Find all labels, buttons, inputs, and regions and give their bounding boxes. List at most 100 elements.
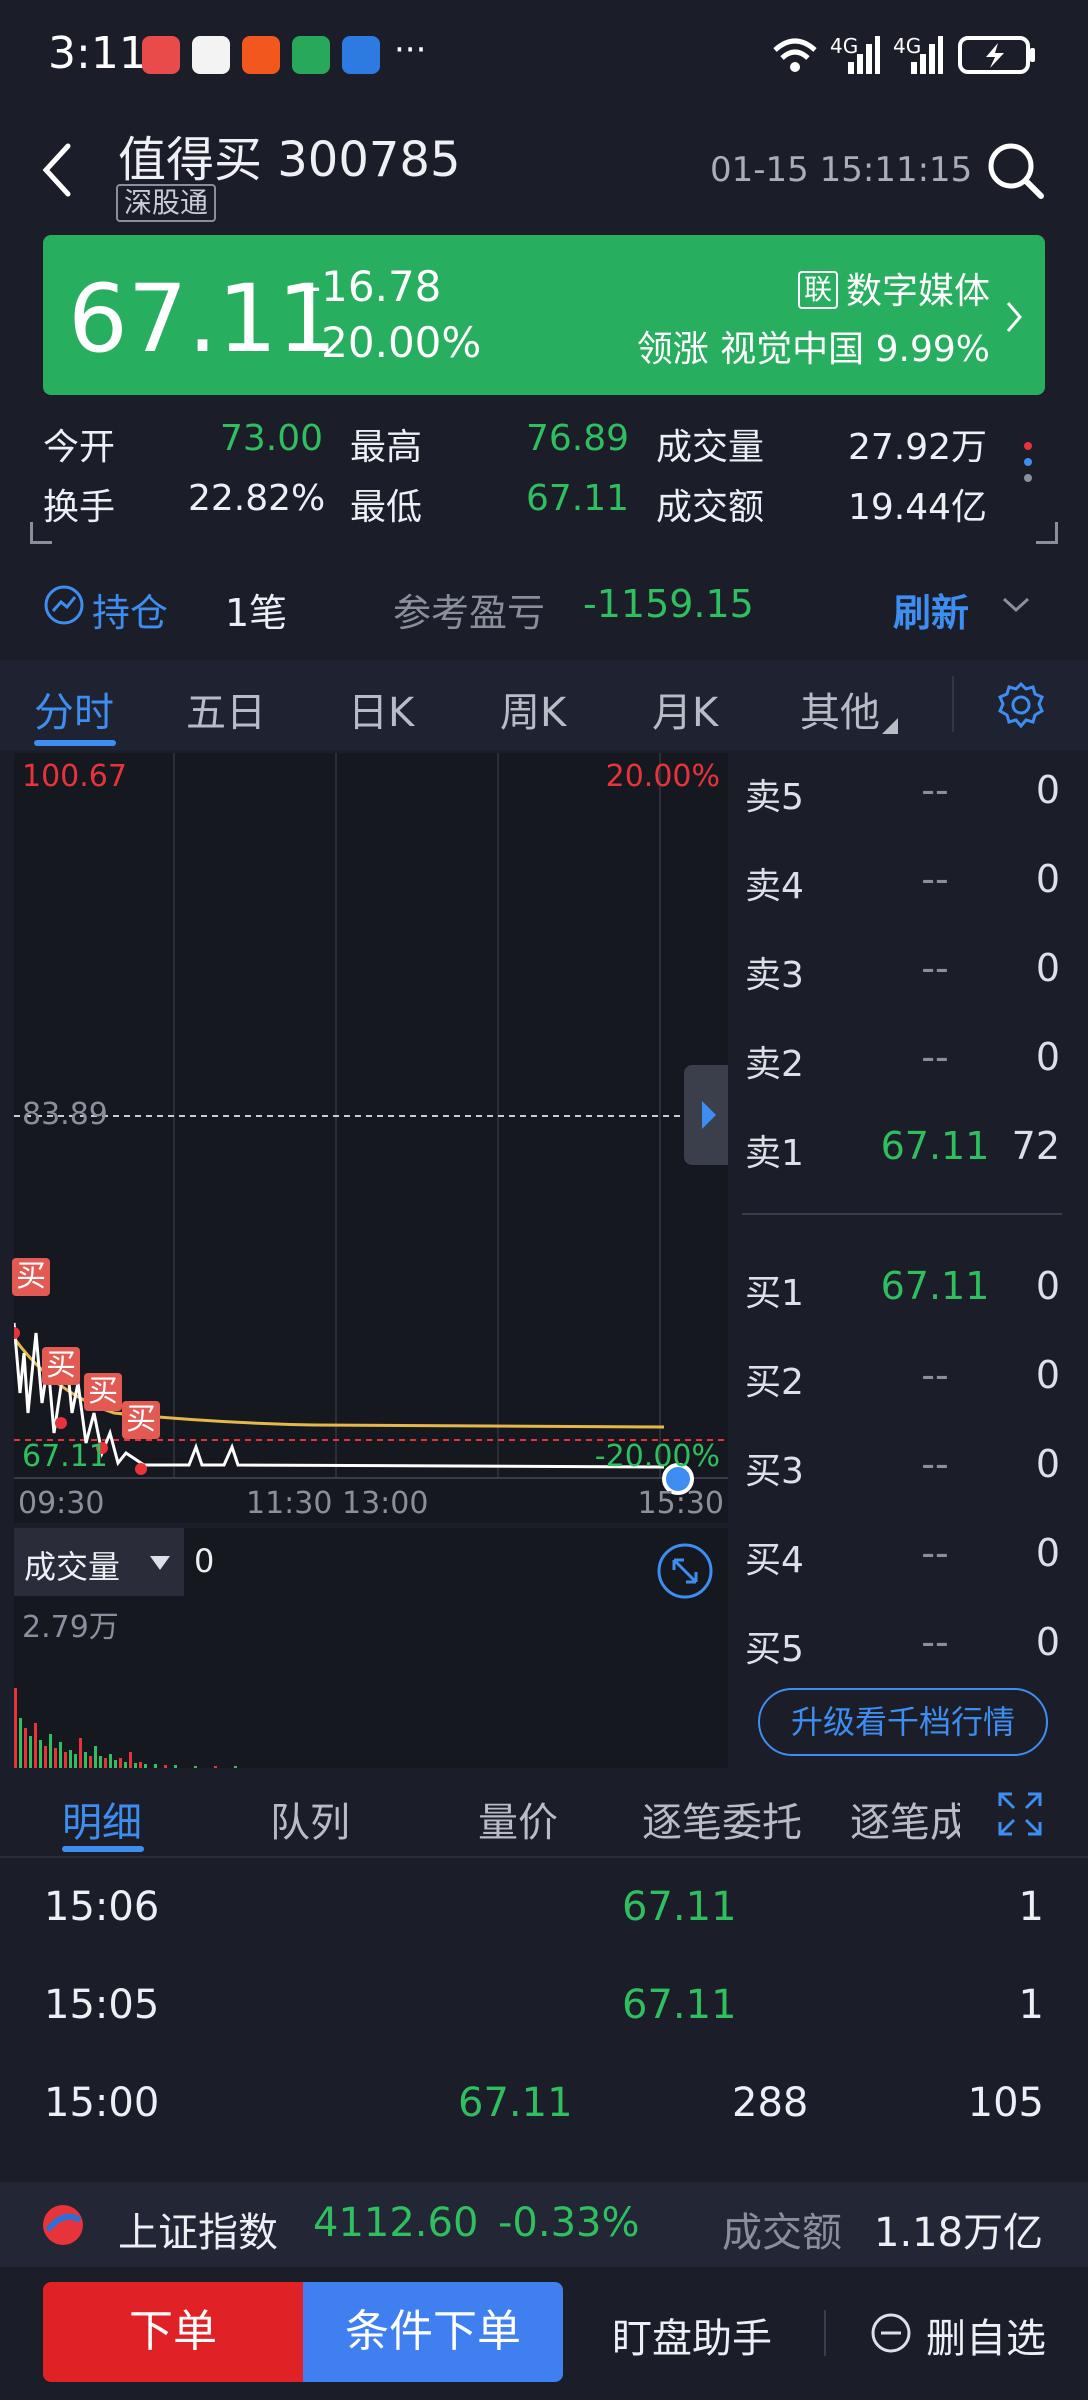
back-icon[interactable]	[38, 140, 78, 200]
chevron-right-icon[interactable]	[1002, 297, 1026, 337]
remove-circle-icon[interactable]	[870, 2312, 912, 2354]
sector-badge: 联	[797, 271, 838, 309]
sector-link[interactable]: 联数字媒体	[797, 262, 990, 314]
bottom-divider	[824, 2310, 826, 2356]
bid-2-volume: 0	[1035, 1353, 1060, 1397]
tab-volume-price[interactable]: 量价	[478, 1790, 558, 1848]
tab-queue[interactable]: 队列	[270, 1790, 350, 1848]
turnover-label: 换手	[43, 487, 116, 528]
pnl-value: -1159.15	[583, 582, 754, 626]
open-label: 今开	[43, 427, 116, 468]
time-label-midday: 11:30 13:00	[246, 1486, 429, 1521]
ask-3-volume: 0	[1035, 946, 1060, 990]
buy-marker[interactable]: 买	[12, 1258, 50, 1296]
leader-pct: 9.99%	[875, 329, 990, 370]
search-icon[interactable]	[985, 140, 1047, 202]
app-notification-icon	[142, 36, 180, 74]
bid-5-volume: 0	[1035, 1620, 1060, 1664]
index-amount: 1.18万亿	[874, 2210, 1044, 2256]
ask-1-volume: 72	[1011, 1124, 1060, 1168]
caret-down-icon	[150, 1556, 170, 1570]
bid-4-volume: 0	[1035, 1531, 1060, 1575]
volume-label: 成交量	[656, 427, 765, 468]
expand-panel-handle[interactable]	[684, 1065, 728, 1165]
leader-name: 视觉中国	[720, 329, 865, 370]
tab-five-day[interactable]: 五日	[186, 680, 266, 738]
turnover-value: 22.82%	[188, 478, 326, 519]
refresh-button[interactable]: 刷新	[893, 582, 969, 637]
leader-label: 领涨	[636, 329, 709, 370]
volume-panel[interactable]: 成交量 0 2.79万	[14, 1528, 728, 1768]
quote-datetime: 01-15 15:11:15	[710, 150, 973, 190]
index-amount-label: 成交额	[722, 2210, 842, 2256]
index-name: 上证指数	[118, 2210, 278, 2256]
chevron-down-icon[interactable]	[1000, 594, 1032, 616]
low-value: 67.11	[526, 478, 630, 519]
bid-1-label: 买1	[745, 1273, 804, 1314]
bid-4-price: --	[921, 1531, 949, 1575]
bid-5-price: --	[921, 1620, 949, 1664]
place-order-button[interactable]: 下单	[43, 2282, 303, 2382]
trade-time: 15:00	[44, 2080, 160, 2126]
settings-gear-icon[interactable]	[996, 680, 1046, 730]
tab-monthly-k[interactable]: 月K	[652, 680, 718, 738]
conditional-order-button[interactable]: 条件下单	[303, 2282, 563, 2382]
tab-tick-trades[interactable]: 逐笔成	[850, 1790, 960, 1848]
wifi-icon	[773, 38, 817, 72]
buy-marker[interactable]: 买	[122, 1401, 160, 1439]
amount-value: 19.44亿	[848, 487, 988, 528]
buy-marker[interactable]: 买	[84, 1373, 122, 1411]
upgrade-depth-button[interactable]: 升级看千档行情	[758, 1688, 1048, 1756]
app-notification-icon	[192, 36, 230, 74]
intraday-chart[interactable]: 100.67 20.00% 83.89 67.11 -20.00% 09:30 …	[12, 753, 728, 1523]
index-pct: -0.33%	[498, 2200, 640, 2246]
more-notifications-icon: ···	[394, 30, 427, 70]
ask-3-label: 卖3	[745, 955, 804, 996]
position-label[interactable]: 持仓	[92, 582, 168, 637]
ask-2-price: --	[921, 1035, 949, 1079]
watch-assistant-button[interactable]: 盯盘助手	[612, 2306, 772, 2364]
remove-watchlist-button[interactable]: 删自选	[926, 2306, 1046, 2364]
ask-4-volume: 0	[1035, 857, 1060, 901]
ask-2-label: 卖2	[745, 1044, 804, 1085]
tab-intraday[interactable]: 分时	[34, 680, 114, 738]
chart-bottom-price: 67.11	[22, 1439, 108, 1474]
trade-time: 15:05	[44, 1982, 160, 2028]
tab-detail[interactable]: 明细	[62, 1790, 142, 1848]
play-right-icon	[702, 1101, 716, 1129]
trade-price: 67.11	[622, 1982, 737, 2028]
dropdown-triangle-icon	[882, 718, 898, 734]
price-change-pct: -20.00%	[306, 318, 482, 367]
time-label-open: 09:30	[18, 1486, 105, 1521]
tab-daily-k[interactable]: 日K	[348, 680, 414, 738]
sector-leader: 领涨 视觉中国 9.99%	[637, 320, 990, 372]
stock-title: 值得买 300785	[118, 132, 461, 188]
high-label: 最高	[350, 427, 423, 468]
chart-top-pct: 20.00%	[605, 759, 720, 794]
pnl-label: 参考盈亏	[393, 591, 546, 635]
trade-price: 67.11	[458, 2080, 573, 2126]
bid-2-label: 买2	[745, 1362, 804, 1403]
time-label-close: 15:30	[637, 1486, 724, 1521]
active-tab-underline	[34, 740, 116, 746]
amount-label: 成交额	[656, 487, 765, 528]
tab-divider	[952, 676, 954, 732]
tab-weekly-k[interactable]: 周K	[500, 680, 566, 738]
bid-5-label: 买5	[745, 1629, 804, 1670]
ask-4-label: 卖4	[745, 866, 804, 907]
buy-marker[interactable]: 买	[42, 1347, 80, 1385]
tab-tick-orders[interactable]: 逐笔委托	[642, 1790, 802, 1848]
volume-current: 0	[194, 1542, 215, 1580]
index-value: 4112.60	[313, 2200, 479, 2246]
open-value: 73.00	[220, 418, 324, 459]
tab-other[interactable]: 其他	[800, 680, 880, 738]
battery-icon	[958, 36, 1035, 74]
fullscreen-expand-icon[interactable]	[996, 1790, 1044, 1838]
fullscreen-toggle-icon[interactable]	[656, 1542, 714, 1600]
more-dots-icon[interactable]	[1022, 440, 1034, 500]
status-time: 3:11	[48, 28, 147, 79]
bid-1-price: 67.11	[880, 1264, 990, 1308]
position-icon	[44, 585, 84, 625]
bid-2-price: --	[921, 1353, 949, 1397]
signal-icon	[848, 36, 880, 74]
